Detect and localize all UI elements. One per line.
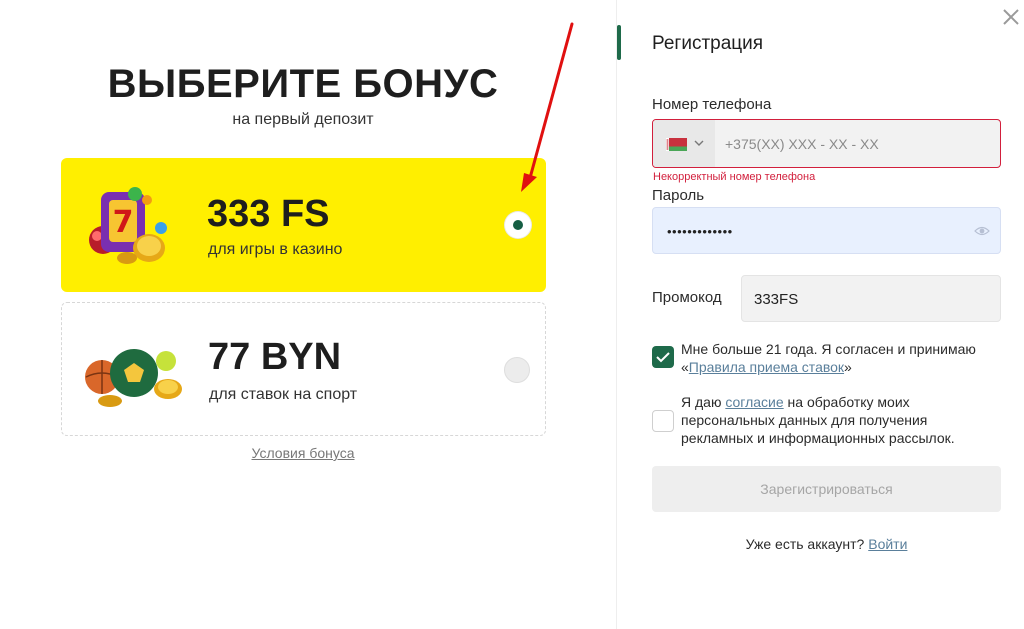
phone-input[interactable]	[725, 120, 995, 167]
bonus-amount: 77 BYN	[208, 336, 342, 378]
close-icon[interactable]	[1000, 6, 1022, 28]
bonus-description: для игры в казино	[208, 241, 343, 258]
bonus-headline: ВЫБЕРИТЕ БОНУС	[107, 62, 499, 106]
login-link[interactable]: Войти	[868, 536, 907, 552]
bonus-description: для ставок на спорт	[209, 386, 358, 403]
bonus-conditions-link[interactable]: Условия бонуса	[0, 445, 606, 461]
age-consent-text-after: »	[844, 359, 852, 375]
country-selector[interactable]	[653, 120, 715, 167]
password-field[interactable]: •••••••••••••	[652, 207, 1001, 254]
bonus-radio-unselected[interactable]	[504, 357, 530, 383]
registration-title: Регистрация	[652, 33, 764, 54]
data-consent-text-before: Я даю	[681, 394, 726, 410]
casino-slot-icon: 7	[89, 187, 167, 264]
data-consent-text: Я даю согласие на обработку моих персона…	[681, 393, 1001, 447]
promo-label: Промокод	[652, 289, 722, 306]
panel-divider	[616, 0, 617, 629]
svg-text:7: 7	[113, 205, 134, 240]
bonus-panel: ВЫБЕРИТЕ БОНУС на первый депозит 7 333 F…	[0, 0, 616, 629]
register-button[interactable]: Зарегистрироваться	[652, 466, 1001, 512]
login-prompt-line: Уже есть аккаунт? Войти	[652, 536, 1001, 552]
data-consent-checkbox[interactable]	[652, 410, 674, 432]
eye-icon[interactable]	[974, 224, 990, 238]
sport-balls-icon	[85, 349, 182, 407]
promo-value: 333FS	[754, 291, 799, 308]
bonus-radio-selected[interactable]	[505, 212, 531, 238]
betting-rules-link[interactable]: Правила приема ставок	[689, 359, 844, 375]
age-consent-checkbox[interactable]	[652, 346, 674, 368]
bonus-card-casino[interactable]: 7 333 FS для игры в казино	[61, 158, 546, 292]
phone-field[interactable]	[652, 119, 1001, 168]
bonus-amount: 333 FS	[207, 193, 330, 235]
promo-field[interactable]: 333FS	[741, 275, 1001, 322]
phone-error-message: Некорректный номер телефона	[653, 171, 816, 183]
belarus-flag-icon	[666, 138, 687, 151]
bonus-subheadline: на первый депозит	[232, 111, 374, 128]
password-label: Пароль	[652, 187, 705, 204]
password-value: •••••••••••••	[667, 224, 733, 239]
bonus-card-sport[interactable]: 77 BYN для ставок на спорт	[61, 302, 546, 436]
phone-label: Номер телефона	[652, 96, 772, 113]
active-tab-indicator	[617, 25, 621, 60]
age-consent-text: Мне больше 21 года. Я согласен и принима…	[681, 340, 1001, 376]
consent-link[interactable]: согласие	[725, 394, 783, 410]
chevron-down-icon	[694, 140, 704, 146]
login-prompt: Уже есть аккаунт?	[745, 536, 865, 552]
checkmark-icon	[656, 352, 670, 363]
